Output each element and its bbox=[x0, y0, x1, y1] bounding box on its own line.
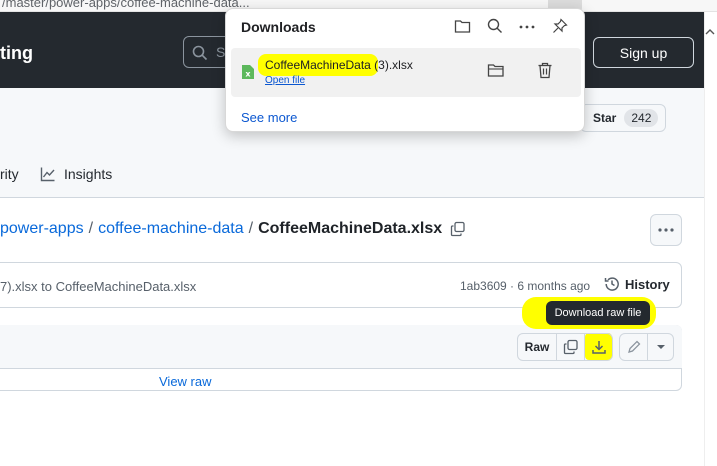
raw-button[interactable]: Raw bbox=[517, 333, 557, 361]
breadcrumb: power-apps / coffee-machine-data / Coffe… bbox=[0, 220, 466, 238]
copy-path-icon[interactable] bbox=[450, 221, 466, 237]
breadcrumb-coffee-machine-data[interactable]: coffee-machine-data bbox=[98, 220, 244, 238]
tab-insights[interactable]: Insights bbox=[40, 166, 112, 182]
svg-text:x: x bbox=[245, 70, 251, 79]
page-scrollbar[interactable] bbox=[704, 12, 717, 466]
download-icon bbox=[591, 339, 607, 355]
copy-raw-button[interactable] bbox=[556, 333, 585, 361]
breadcrumb-separator: / bbox=[88, 220, 94, 237]
commit-meta[interactable]: 1ab3609 · 6 months ago bbox=[460, 279, 590, 293]
excel-file-icon: x bbox=[241, 64, 255, 80]
show-in-folder-icon[interactable] bbox=[487, 62, 505, 78]
breadcrumb-separator: / bbox=[248, 220, 254, 237]
view-raw-link[interactable]: View raw bbox=[159, 374, 212, 389]
downloads-title: Downloads bbox=[241, 19, 316, 35]
folder-icon[interactable] bbox=[454, 18, 471, 34]
tab-insights-label: Insights bbox=[64, 166, 113, 182]
history-icon bbox=[604, 276, 625, 292]
edit-dropdown-button[interactable] bbox=[647, 333, 674, 361]
more-options-button[interactable] bbox=[650, 214, 682, 246]
star-count: 242 bbox=[624, 109, 659, 127]
header-brand-text: ting bbox=[0, 43, 33, 63]
tab-security[interactable]: rity bbox=[0, 166, 19, 182]
more-horizontal-icon[interactable] bbox=[519, 25, 535, 29]
search-icon[interactable] bbox=[487, 18, 503, 34]
history-button[interactable]: History bbox=[604, 276, 670, 292]
pencil-icon bbox=[626, 339, 642, 355]
download-raw-button[interactable] bbox=[584, 333, 613, 361]
see-more-link[interactable]: See more bbox=[241, 110, 297, 125]
download-file-name[interactable]: CoffeeMachineData (3).xlsx bbox=[265, 58, 413, 72]
copy-icon bbox=[563, 339, 579, 355]
signup-button[interactable]: Sign up bbox=[593, 37, 694, 68]
star-label: Star bbox=[593, 111, 617, 125]
open-file-link[interactable]: Open file bbox=[265, 75, 305, 86]
graph-icon bbox=[40, 166, 64, 182]
delete-icon[interactable] bbox=[537, 62, 553, 79]
star-button[interactable]: Star 242 bbox=[580, 104, 666, 132]
download-raw-tooltip: Download raw file bbox=[546, 301, 650, 325]
breadcrumb-file-name: CoffeeMachineData.xlsx bbox=[258, 220, 443, 237]
history-label: History bbox=[625, 276, 670, 292]
address-url[interactable]: /master/power-apps/coffee-machine-data..… bbox=[2, 0, 250, 10]
triangle-down-icon bbox=[656, 344, 666, 350]
search-placeholder: S bbox=[216, 44, 226, 60]
pin-icon[interactable] bbox=[552, 18, 568, 34]
breadcrumb-power-apps[interactable]: power-apps bbox=[0, 220, 84, 238]
search-icon bbox=[192, 45, 208, 61]
kebab-horizontal-icon bbox=[658, 228, 674, 232]
edit-button[interactable] bbox=[619, 333, 648, 361]
commit-message[interactable]: 7).xlsx to CoffeeMachineData.xlsx bbox=[0, 279, 196, 294]
scroll-up-arrow-icon[interactable] bbox=[705, 28, 715, 36]
